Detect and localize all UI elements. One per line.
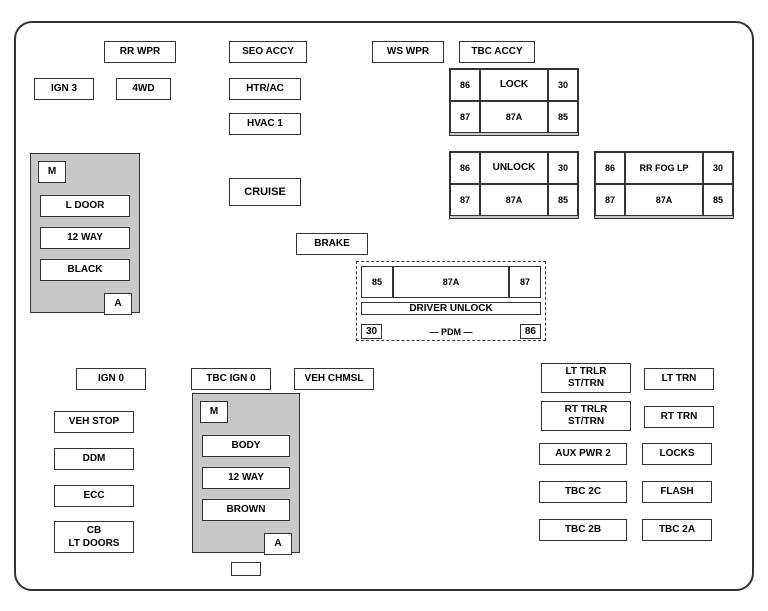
lock-86: 86: [450, 69, 480, 101]
du-85: 85: [361, 266, 393, 298]
rt-trn-box: RT TRN: [644, 406, 714, 428]
unlock-86: 86: [450, 152, 480, 184]
lt-trn-box: LT TRN: [644, 368, 714, 390]
du-30: 30: [361, 324, 382, 339]
flash-box: FLASH: [642, 481, 712, 503]
rr-fog-85: 85: [703, 184, 733, 216]
hvac1-box: HVAC 1: [229, 113, 301, 135]
tbc-2b-box: TBC 2B: [539, 519, 627, 541]
ldoor-12way: 12 WAY: [40, 227, 130, 249]
ldoor-m: M: [38, 161, 66, 183]
unlock-87: 87: [450, 184, 480, 216]
rr-fog-30: 30: [703, 152, 733, 184]
fwd-box: 4WD: [116, 78, 171, 100]
tbc-2c-box: TBC 2C: [539, 481, 627, 503]
rr-fog-86: 86: [595, 152, 625, 184]
unlock-label: UNLOCK: [480, 152, 548, 184]
relay-rr-fog-area: 86 RR FOG LP 30 87 87A 85: [594, 151, 734, 219]
body-body: BODY: [202, 435, 290, 457]
cruise-box: CRUISE: [229, 178, 301, 206]
relay-lock-area: 86 LOCK 30 87 87A 85: [449, 68, 579, 136]
seo-accy-box: SEO ACCY: [229, 41, 307, 63]
ldoor-black: BLACK: [40, 259, 130, 281]
ign3-box: IGN 3: [34, 78, 94, 100]
tbc-ign0-box: TBC IGN 0: [191, 368, 271, 390]
body-brown: BROWN: [202, 499, 290, 521]
lock-label: LOCK: [480, 69, 548, 101]
veh-stop-box: VEH STOP: [54, 411, 134, 433]
htr-ac-box: HTR/AC: [229, 78, 301, 100]
brake-box: BRAKE: [296, 233, 368, 255]
ldoor-ldoor: L DOOR: [40, 195, 130, 217]
lt-trlr-st-trn-box: LT TRLR ST/TRN: [541, 363, 631, 393]
du-87: 87: [509, 266, 541, 298]
lock-87: 87: [450, 101, 480, 133]
rr-wpr-box: RR WPR: [104, 41, 176, 63]
ldoor-connector: M L DOOR 12 WAY BLACK A: [30, 153, 140, 313]
du-87a: 87A: [393, 266, 509, 298]
ddm-box: DDM: [54, 448, 134, 470]
locks-box: LOCKS: [642, 443, 712, 465]
body-12way: 12 WAY: [202, 467, 290, 489]
lock-30: 30: [548, 69, 578, 101]
lock-87a: 87A: [480, 101, 548, 133]
body-m: M: [200, 401, 228, 423]
veh-chmsl-box: VEH CHMSL: [294, 368, 374, 390]
rr-fog-87: 87: [595, 184, 625, 216]
lock-85: 85: [548, 101, 578, 133]
aux-pwr2-box: AUX PWR 2: [539, 443, 627, 465]
cb-lt-doors-box: CB LT DOORS: [54, 521, 134, 553]
rr-fog-label: RR FOG LP: [625, 152, 703, 184]
fuse-diagram: RR WPR SEO ACCY WS WPR TBC ACCY IGN 3 4W…: [14, 21, 754, 591]
du-86: 86: [520, 324, 541, 339]
ws-wpr-box: WS WPR: [372, 41, 444, 63]
ldoor-a: A: [104, 293, 132, 315]
du-label: DRIVER UNLOCK: [361, 302, 541, 315]
pdm-arrow: — PDM —: [429, 327, 472, 337]
ecc-box: ECC: [54, 485, 134, 507]
unlock-87a: 87A: [480, 184, 548, 216]
rr-fog-87a: 87A: [625, 184, 703, 216]
tbc-accy-box: TBC ACCY: [459, 41, 535, 63]
unlock-30: 30: [548, 152, 578, 184]
relay-unlock-area: 86 UNLOCK 30 87 87A 85: [449, 151, 579, 219]
body-a: A: [264, 533, 292, 555]
driver-unlock-area: 85 87A 87 DRIVER UNLOCK 30 — PDM — 86: [356, 261, 546, 341]
rt-trlr-st-trn-box: RT TRLR ST/TRN: [541, 401, 631, 431]
unlock-85: 85: [548, 184, 578, 216]
ign0-box: IGN 0: [76, 368, 146, 390]
tbc-2a-box: TBC 2A: [642, 519, 712, 541]
body-connector: M BODY 12 WAY BROWN A: [192, 393, 300, 553]
